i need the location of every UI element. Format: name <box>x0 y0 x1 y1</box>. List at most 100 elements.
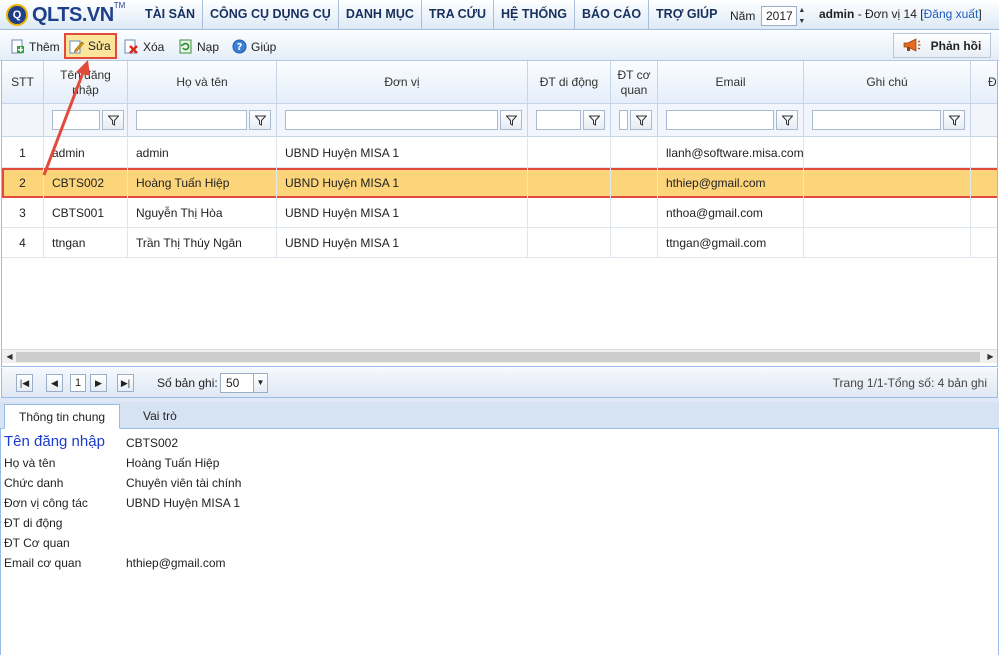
menu-danh-muc[interactable]: DANH MỤC <box>339 0 422 30</box>
help-button[interactable]: ? Giúp <box>229 36 279 57</box>
detail-label-unit: Đơn vị công tác <box>4 496 88 510</box>
cell-fullname: Trần Thị Thúy Ngân <box>128 228 277 258</box>
filter-email-input[interactable] <box>666 110 774 130</box>
col-unit[interactable]: Đơn vị <box>277 61 528 104</box>
cell-stt: 3 <box>2 198 44 228</box>
scroll-right-icon[interactable]: ▶ <box>984 351 997 363</box>
filter-mobile-funnel-icon[interactable] <box>583 110 605 130</box>
delete-button[interactable]: Xóa <box>121 36 167 57</box>
cell-office-phone <box>611 168 658 198</box>
year-selector: Năm 2017 ▲ ▼ <box>730 6 809 26</box>
col-email[interactable]: Email <box>658 61 804 104</box>
chevron-down-icon[interactable]: ▼ <box>253 374 267 392</box>
year-input[interactable]: 2017 <box>761 6 798 26</box>
year-spinner[interactable]: ▲ ▼ <box>798 6 809 26</box>
megaphone-icon <box>903 38 921 53</box>
first-page-icon[interactable]: |◀ <box>16 374 33 392</box>
filter-office-funnel-icon[interactable] <box>630 110 652 130</box>
table-row[interactable]: 1 admin admin UBND Huyện MISA 1 llanh@so… <box>2 138 997 168</box>
cell-mobile <box>528 198 611 228</box>
page-size-select[interactable]: 50 ▼ <box>220 373 268 393</box>
edit-button[interactable]: Sửa <box>64 33 117 59</box>
logout-link[interactable]: Đăng xuất <box>924 7 979 21</box>
main-menu: TÀI SẢN CÔNG CỤ DỤNG CỤ DANH MỤC TRA CỨU… <box>138 0 724 30</box>
col-stt[interactable]: STT <box>2 61 44 104</box>
menu-tai-san[interactable]: TÀI SẢN <box>138 0 203 30</box>
filter-fullname-funnel-icon[interactable] <box>249 110 271 130</box>
delete-label: Xóa <box>143 39 165 54</box>
help-label: Giúp <box>251 39 277 54</box>
prev-page-icon[interactable]: ◀ <box>46 374 63 392</box>
filter-unit-input[interactable] <box>285 110 498 130</box>
filter-mobile-input[interactable] <box>536 110 581 130</box>
cell-email: llanh@software.misa.com.vn <box>658 138 804 168</box>
cell-stt: 2 <box>2 168 44 198</box>
detail-value-title: Chuyên viên tài chính <box>126 476 242 490</box>
delete-icon <box>124 39 139 54</box>
detail-value-fullname: Hoàng Tuấn Hiệp <box>126 456 220 470</box>
filter-cell-office-phone <box>611 104 658 137</box>
cell-note <box>804 198 971 228</box>
menu-tra-cuu[interactable]: TRA CỨU <box>422 0 495 30</box>
cell-username: ttngan <box>44 228 128 258</box>
app-logo[interactable]: Q QLTS.VN TM <box>6 1 125 27</box>
cell-unit: UBND Huyện MISA 1 <box>277 168 528 198</box>
spin-down-icon[interactable]: ▼ <box>798 17 809 26</box>
add-icon <box>10 39 25 54</box>
col-fullname[interactable]: Họ và tên <box>128 61 277 104</box>
edit-icon <box>69 39 84 54</box>
detail-label-username: Tên đăng nhập <box>4 433 105 450</box>
spin-up-icon[interactable]: ▲ <box>798 6 809 15</box>
filter-username-funnel-icon[interactable] <box>102 110 124 130</box>
col-extra[interactable]: Đ <box>971 61 997 104</box>
col-office-phone[interactable]: ĐT cơ quan <box>611 61 658 104</box>
detail-value-unit: UBND Huyện MISA 1 <box>126 496 241 510</box>
next-page-icon[interactable]: ▶ <box>90 374 107 392</box>
filter-email-funnel-icon[interactable] <box>776 110 798 130</box>
logo-text: QLTS.VN <box>32 3 114 26</box>
user-unit: - Đơn vị 14 <box>857 7 917 21</box>
logo-badge-icon: Q <box>6 4 28 26</box>
menu-he-thong[interactable]: HỆ THỐNG <box>494 0 576 30</box>
cell-mobile <box>528 228 611 258</box>
menu-tro-giup[interactable]: TRỢ GIÚP <box>649 0 724 30</box>
cell-office-phone <box>611 138 658 168</box>
reload-icon <box>178 39 193 54</box>
tab-general-info[interactable]: Thông tin chung <box>4 404 121 429</box>
add-button[interactable]: Thêm <box>7 36 63 57</box>
cell-email: nthoa@gmail.com <box>658 198 804 228</box>
feedback-button[interactable]: Phản hồi <box>893 33 991 58</box>
horizontal-scrollbar[interactable]: ◀ ▶ <box>2 349 997 363</box>
menu-bao-cao[interactable]: BÁO CÁO <box>575 0 650 30</box>
table-row-selected[interactable]: 2 CBTS002 Hoàng Tuấn Hiệp UBND Huyện MIS… <box>2 168 997 198</box>
year-label: Năm <box>730 9 756 23</box>
cell-unit: UBND Huyện MISA 1 <box>277 228 528 258</box>
filter-unit-funnel-icon[interactable] <box>500 110 522 130</box>
cell-username: CBTS001 <box>44 198 128 228</box>
menu-cong-cu-dung-cu[interactable]: CÔNG CỤ DỤNG CỤ <box>203 0 339 30</box>
filter-cell-mobile <box>528 104 611 137</box>
tab-roles[interactable]: Vai trò <box>129 404 191 429</box>
col-username[interactable]: Tên đăng nhập <box>44 61 128 104</box>
filter-cell-note <box>804 104 971 137</box>
page-number-input[interactable]: 1 <box>70 374 86 392</box>
cell-note <box>804 168 971 198</box>
col-mobile[interactable]: ĐT di động <box>528 61 611 104</box>
reload-button[interactable]: Nạp <box>175 36 222 57</box>
filter-username-input[interactable] <box>52 110 100 130</box>
detail-label-title: Chức danh <box>4 476 64 490</box>
table-row[interactable]: 4 ttngan Trần Thị Thúy Ngân UBND Huyện M… <box>2 228 997 258</box>
help-icon: ? <box>232 39 247 54</box>
filter-office-input[interactable] <box>619 110 628 130</box>
filter-fullname-input[interactable] <box>136 110 247 130</box>
col-note[interactable]: Ghi chú <box>804 61 971 104</box>
filter-row <box>2 104 997 137</box>
scroll-left-icon[interactable]: ◀ <box>3 351 16 363</box>
filter-note-input[interactable] <box>812 110 941 130</box>
page-info: Trang 1/1-Tổng số: 4 bản ghi <box>832 376 987 390</box>
last-page-icon[interactable]: ▶| <box>117 374 134 392</box>
filter-note-funnel-icon[interactable] <box>943 110 965 130</box>
scroll-thumb[interactable] <box>16 352 980 362</box>
user-name: admin <box>819 7 855 21</box>
table-row[interactable]: 3 CBTS001 Nguyễn Thị Hòa UBND Huyện MISA… <box>2 198 997 228</box>
